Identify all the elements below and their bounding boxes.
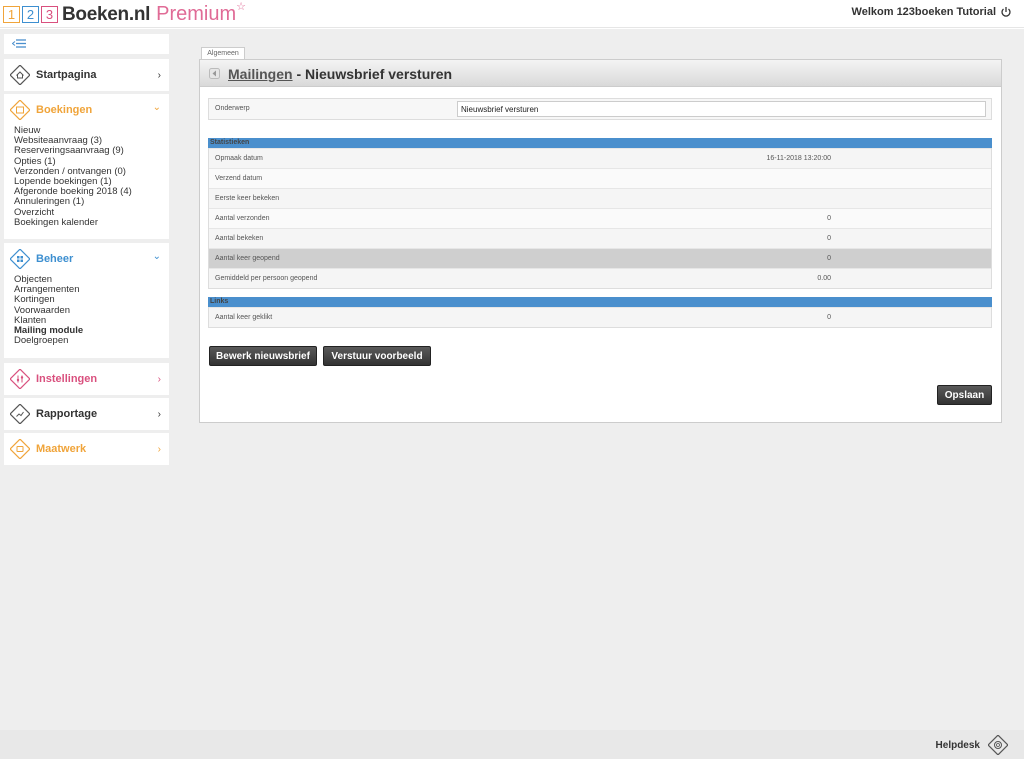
- sidebar-section-beheer: Beheer ⌄ Objecten Arrangementen Kortinge…: [4, 243, 169, 358]
- logo-digit-3: 3: [41, 6, 58, 23]
- sidebar-label-rapportage: Rapportage: [36, 408, 98, 420]
- breadcrumb-mailingen-link[interactable]: Mailingen: [228, 66, 293, 82]
- table-row: Verzend datum: [209, 168, 991, 188]
- verstuur-voorbeeld-button[interactable]: Verstuur voorbeeld: [323, 346, 431, 366]
- statistieken-table: Opmaak datum 16-11-2018 13:20:00 Verzend…: [208, 148, 992, 289]
- home-icon: [10, 65, 30, 85]
- links-table: Aantal keer geklikt 0: [208, 307, 992, 328]
- sidebar-label-maatwerk: Maatwerk: [36, 443, 87, 455]
- stat-value: 16-11-2018 13:20:00: [766, 155, 831, 162]
- star-icon: ☆: [236, 1, 246, 13]
- settings-icon: [10, 369, 30, 389]
- stat-label: Verzend datum: [215, 175, 263, 182]
- sidebar: Startpagina › Boekingen ⌄ Nieuw Websitea…: [0, 29, 172, 730]
- stat-label: Aantal keer geopend: [215, 255, 280, 262]
- stat-value: 0: [827, 314, 831, 321]
- sidebar-item-instellingen[interactable]: Instellingen ›: [4, 363, 169, 395]
- helpdesk-icon[interactable]: [988, 735, 1008, 755]
- bewerk-nieuwsbrief-button[interactable]: Bewerk nieuwsbrief: [209, 346, 317, 366]
- table-row: Aantal verzonden 0: [209, 208, 991, 228]
- sidebar-label-startpagina: Startpagina: [36, 69, 97, 81]
- links-heading: Links: [208, 297, 992, 307]
- sidebar-toggle[interactable]: [4, 34, 169, 54]
- chevron-down-icon: ⌄: [152, 251, 161, 262]
- helpdesk-link[interactable]: Helpdesk: [936, 740, 980, 751]
- sidebar-item-beheer[interactable]: Beheer ⌄: [4, 243, 169, 275]
- chevron-right-icon: ›: [157, 409, 161, 420]
- sidebar-section-boekingen: Boekingen ⌄ Nieuw Websiteaanvraag (3) Re…: [4, 94, 169, 239]
- chevron-down-icon: ⌄: [152, 102, 161, 113]
- bookings-icon: [10, 100, 30, 120]
- logo-digit-2: 2: [22, 6, 39, 23]
- power-icon[interactable]: [1000, 6, 1012, 18]
- sidebar-label-instellingen: Instellingen: [36, 373, 98, 385]
- stat-value: 0: [827, 215, 831, 222]
- manage-icon: [10, 249, 30, 269]
- main-content: Algemeen Mailingen - Nieuwsbrief verstur…: [172, 29, 1024, 730]
- stat-label: Aantal verzonden: [215, 215, 270, 222]
- stat-label: Eerste keer bekeken: [215, 195, 280, 202]
- onderwerp-input[interactable]: [457, 101, 986, 117]
- stat-value: 0: [827, 255, 831, 262]
- mailing-panel: Mailingen - Nieuwsbrief versturen Onderw…: [199, 59, 1002, 423]
- onderwerp-row: Onderwerp: [208, 98, 992, 120]
- opslaan-button[interactable]: Opslaan: [937, 385, 992, 405]
- logo-text: Boeken.nl: [62, 3, 151, 25]
- table-row: Eerste keer bekeken: [209, 188, 991, 208]
- submenu-item[interactable]: Doelgroepen: [14, 336, 169, 346]
- stat-value: 0.00: [817, 275, 831, 282]
- stat-label: Gemiddeld per persoon geopend: [215, 275, 318, 282]
- logo-premium: Premium: [156, 3, 237, 25]
- custom-work-icon: [10, 439, 30, 459]
- chevron-right-icon: ›: [157, 444, 161, 455]
- table-row: Aantal bekeken 0: [209, 228, 991, 248]
- table-row: Gemiddeld per persoon geopend 0.00: [209, 268, 991, 288]
- table-row: Opmaak datum 16-11-2018 13:20:00: [209, 148, 991, 168]
- page-title: Mailingen - Nieuwsbrief versturen: [228, 66, 452, 82]
- submenu-item[interactable]: Boekingen kalender: [14, 217, 169, 228]
- stat-label: Aantal keer geklikt: [215, 314, 273, 321]
- sidebar-label-beheer: Beheer: [36, 253, 74, 265]
- stat-label: Opmaak datum: [215, 155, 263, 162]
- back-arrow-icon[interactable]: [209, 68, 220, 79]
- collapse-menu-icon: [12, 39, 26, 48]
- table-row: Aantal keer geklikt 0: [209, 307, 991, 327]
- stat-label: Aantal bekeken: [215, 235, 264, 242]
- table-row-highlighted: Aantal keer geopend 0: [209, 248, 991, 268]
- footer: Helpdesk: [0, 730, 1024, 759]
- logo[interactable]: 1 2 3 Boeken.nl Premium ☆: [3, 1, 246, 26]
- chevron-right-icon: ›: [157, 374, 161, 385]
- beheer-submenu: Objecten Arrangementen Kortingen Voorwaa…: [4, 274, 169, 354]
- logo-digit-1: 1: [3, 6, 20, 23]
- welcome-user: Welkom 123boeken Tutorial: [852, 6, 1012, 18]
- tab-algemeen[interactable]: Algemeen: [201, 47, 245, 59]
- onderwerp-label: Onderwerp: [215, 105, 250, 112]
- sidebar-label-boekingen: Boekingen: [36, 104, 93, 116]
- top-header: 1 2 3 Boeken.nl Premium ☆ Welkom 123boek…: [0, 0, 1024, 28]
- welcome-text: Welkom 123boeken Tutorial: [851, 6, 996, 18]
- statistieken-heading: Statistieken: [208, 138, 992, 148]
- page-title-text: - Nieuwsbrief versturen: [292, 66, 453, 82]
- sidebar-item-maatwerk[interactable]: Maatwerk ›: [4, 433, 169, 465]
- sidebar-item-rapportage[interactable]: Rapportage ›: [4, 398, 169, 430]
- chevron-right-icon: ›: [157, 70, 161, 81]
- report-icon: [10, 404, 30, 424]
- stat-value: 0: [827, 235, 831, 242]
- sidebar-item-startpagina[interactable]: Startpagina ›: [4, 59, 169, 91]
- panel-title-bar: Mailingen - Nieuwsbrief versturen: [200, 60, 1001, 87]
- boekingen-submenu: Nieuw Websiteaanvraag (3) Reserveringsaa…: [4, 125, 169, 236]
- sidebar-item-boekingen[interactable]: Boekingen ⌄: [4, 94, 169, 126]
